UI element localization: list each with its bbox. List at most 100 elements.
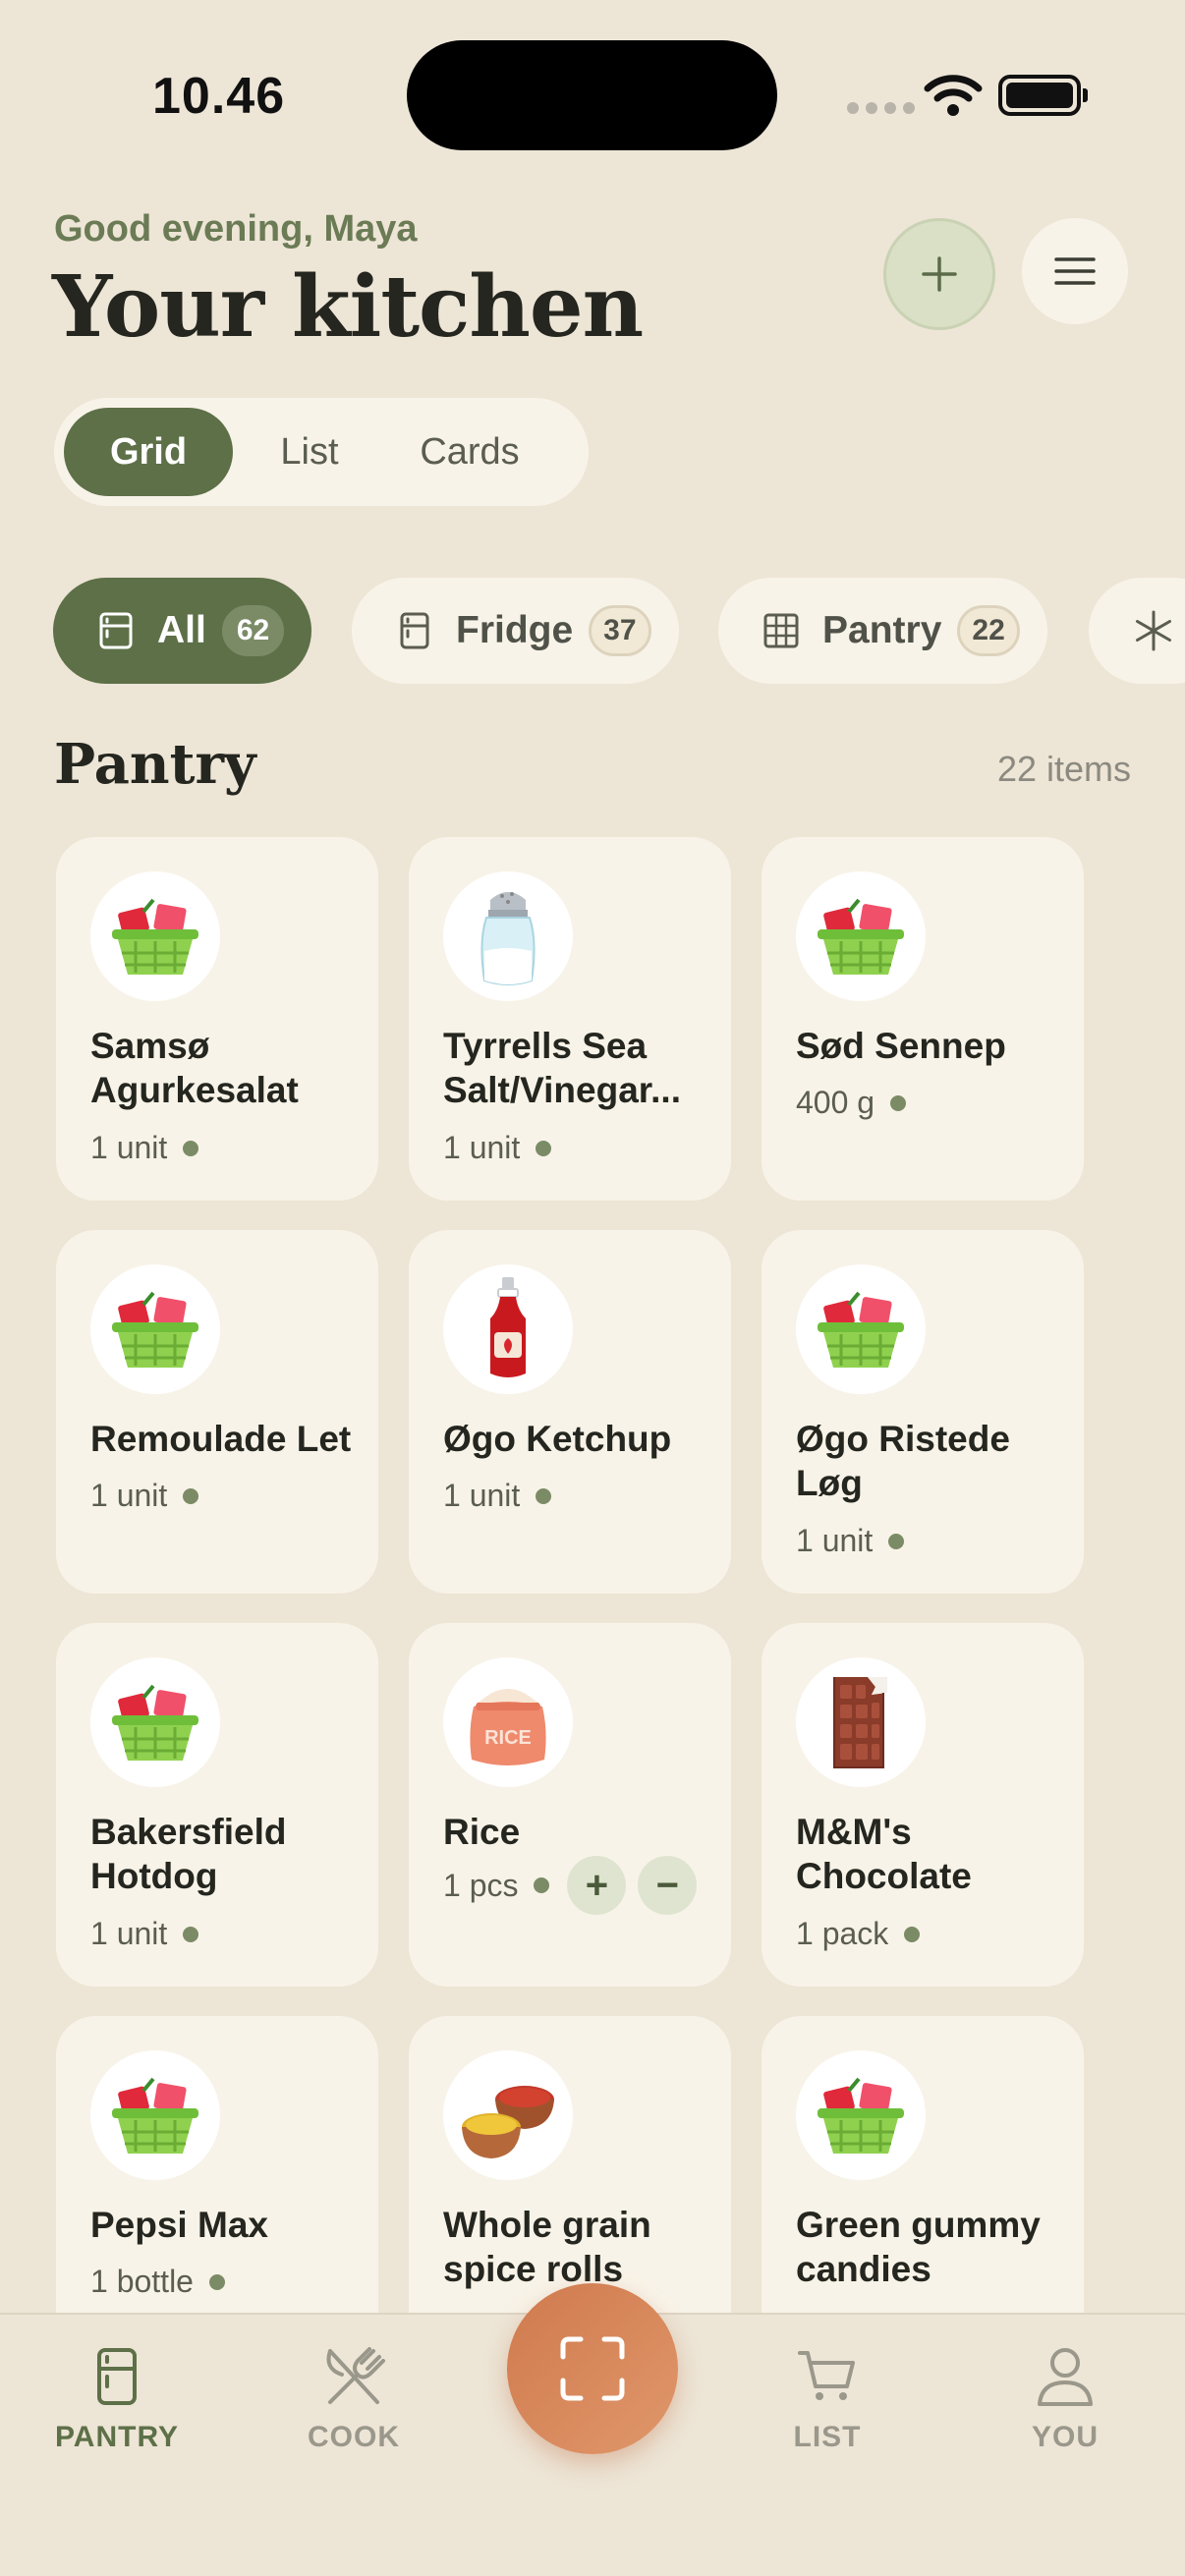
basket-icon bbox=[90, 1657, 220, 1787]
section-item-count: 22 items bbox=[996, 749, 1131, 789]
rice-label: RICE bbox=[484, 1727, 532, 1749]
section-title: Pantry bbox=[54, 732, 256, 797]
view-tab-grid[interactable]: Grid bbox=[64, 408, 233, 496]
basket-icon bbox=[796, 871, 926, 1001]
hamburger-menu-icon bbox=[1054, 257, 1096, 285]
item-card[interactable]: M&M's Chocolate 1 pack bbox=[762, 1623, 1084, 1987]
ketchup-bottle-icon bbox=[443, 1264, 573, 1394]
salt-shaker-icon bbox=[443, 871, 573, 1001]
item-name: Remoulade Let bbox=[90, 1419, 352, 1459]
view-tab-cards[interactable]: Cards bbox=[386, 408, 553, 496]
cellular-signal-icon bbox=[847, 102, 915, 114]
tab-label: COOK bbox=[308, 2421, 400, 2453]
freshness-dot bbox=[904, 1926, 921, 1942]
item-name: Green gummy candies bbox=[796, 2205, 1041, 2289]
dynamic-island bbox=[407, 40, 777, 150]
filter-chip-all[interactable]: All 62 bbox=[53, 578, 312, 684]
menu-button[interactable] bbox=[1022, 218, 1128, 324]
filter-chip-label: All bbox=[157, 609, 206, 651]
item-card[interactable]: Øgo Ristede Løg 1 unit bbox=[762, 1230, 1084, 1594]
tab-pantry[interactable]: PANTRY bbox=[19, 2340, 215, 2454]
basket-icon bbox=[796, 1264, 926, 1394]
item-quantity: 1 unit bbox=[90, 1478, 199, 1514]
status-time: 10.46 bbox=[152, 68, 286, 125]
freshness-dot bbox=[183, 1926, 199, 1942]
greeting: Good evening, Maya bbox=[54, 208, 418, 250]
filter-chip-freezer[interactable] bbox=[1089, 578, 1185, 684]
filter-chip-pantry[interactable]: Pantry 22 bbox=[718, 578, 1047, 684]
item-name: Bakersfield Hotdog bbox=[90, 1812, 287, 1896]
tab-label: LIST bbox=[793, 2421, 862, 2453]
view-toggle: Grid List Cards bbox=[54, 398, 589, 506]
item-name: Tyrrells Sea Salt/Vinegar... bbox=[443, 1026, 681, 1110]
tab-label: YOU bbox=[1031, 2421, 1099, 2453]
item-quantity: 1 unit bbox=[443, 1130, 552, 1166]
tab-list[interactable]: LIST bbox=[729, 2340, 926, 2454]
tab-cook[interactable]: COOK bbox=[255, 2340, 452, 2454]
add-item-button[interactable] bbox=[883, 218, 995, 330]
filter-chip-fridge[interactable]: Fridge 37 bbox=[352, 578, 679, 684]
view-tab-list[interactable]: List bbox=[233, 408, 386, 496]
shopping-cart-icon bbox=[796, 2340, 859, 2413]
freshness-dot bbox=[536, 1487, 552, 1504]
item-quantity: 1 pcs + − bbox=[443, 1856, 698, 1915]
item-name: Øgo Ketchup bbox=[443, 1419, 672, 1459]
battery-icon bbox=[998, 75, 1088, 116]
filter-chip-count: 22 bbox=[957, 605, 1020, 656]
item-card[interactable]: Remoulade Let 1 unit bbox=[56, 1230, 378, 1594]
item-name: Øgo Ristede Løg bbox=[796, 1419, 1010, 1503]
fork-knife-icon bbox=[322, 2340, 385, 2413]
item-quantity: 1 bottle bbox=[90, 2264, 225, 2300]
snowflake-icon bbox=[1132, 609, 1175, 652]
tab-label: PANTRY bbox=[55, 2421, 179, 2453]
item-quantity: 1 unit bbox=[90, 1916, 199, 1952]
filter-chip-count: 37 bbox=[589, 605, 651, 656]
item-quantity: 1 unit bbox=[90, 1130, 199, 1166]
basket-icon bbox=[90, 2050, 220, 2180]
spice-bowls-icon bbox=[443, 2050, 573, 2180]
scan-frame-icon bbox=[560, 2336, 625, 2401]
item-quantity: 1 unit bbox=[796, 1523, 905, 1559]
item-name: M&M's Chocolate bbox=[796, 1812, 972, 1896]
item-card[interactable]: Øgo Ketchup 1 unit bbox=[409, 1230, 731, 1594]
item-name: Sød Sennep bbox=[796, 1026, 1006, 1066]
item-quantity: 1 pack bbox=[796, 1916, 921, 1952]
freshness-dot bbox=[183, 1487, 199, 1504]
basket-icon bbox=[90, 871, 220, 1001]
freshness-dot bbox=[536, 1140, 552, 1156]
freshness-dot bbox=[534, 1877, 550, 1893]
page-title: Your kitchen bbox=[52, 257, 644, 357]
item-card[interactable]: Samsø Agurkesalat 1 unit bbox=[56, 837, 378, 1201]
fridge-icon bbox=[93, 2340, 141, 2413]
tab-you[interactable]: YOU bbox=[967, 2340, 1163, 2454]
item-card[interactable]: Bakersfield Hotdog 1 unit bbox=[56, 1623, 378, 1987]
item-name: Pepsi Max bbox=[90, 2205, 268, 2245]
item-name: Rice bbox=[443, 1812, 521, 1852]
basket-icon bbox=[796, 2050, 926, 2180]
item-name: Whole grain spice rolls bbox=[443, 2205, 651, 2289]
filter-chips: All 62 Fridge 37 Pantry 22 bbox=[0, 578, 1185, 686]
plus-icon bbox=[922, 256, 957, 292]
status-bar: 10.46 bbox=[0, 0, 1185, 196]
freshness-dot bbox=[888, 1533, 905, 1549]
item-card[interactable]: Tyrrells Sea Salt/Vinegar... 1 unit bbox=[409, 837, 731, 1201]
basket-icon bbox=[90, 1264, 220, 1394]
item-quantity: 400 g bbox=[796, 1085, 907, 1121]
freshness-dot bbox=[208, 2273, 225, 2290]
filter-chip-count: 62 bbox=[221, 605, 285, 656]
freshness-dot bbox=[890, 1094, 907, 1111]
item-name: Samsø Agurkesalat bbox=[90, 1026, 299, 1110]
fridge-icon bbox=[96, 611, 136, 650]
fridge-icon bbox=[395, 611, 434, 650]
chocolate-bar-icon bbox=[796, 1657, 926, 1787]
scan-button[interactable] bbox=[507, 2283, 678, 2454]
item-quantity: 1 unit bbox=[443, 1478, 552, 1514]
decrease-quantity-button[interactable]: − bbox=[638, 1856, 698, 1915]
increase-quantity-button[interactable]: + bbox=[567, 1856, 627, 1915]
item-card[interactable]: RICE Rice 1 pcs + − bbox=[409, 1623, 731, 1987]
filter-chip-label: Fridge bbox=[456, 609, 574, 651]
grid-icon bbox=[762, 611, 801, 650]
rice-bag-icon: RICE bbox=[443, 1657, 573, 1787]
wifi-icon bbox=[924, 75, 983, 116]
item-card[interactable]: Sød Sennep 400 g bbox=[762, 837, 1084, 1201]
